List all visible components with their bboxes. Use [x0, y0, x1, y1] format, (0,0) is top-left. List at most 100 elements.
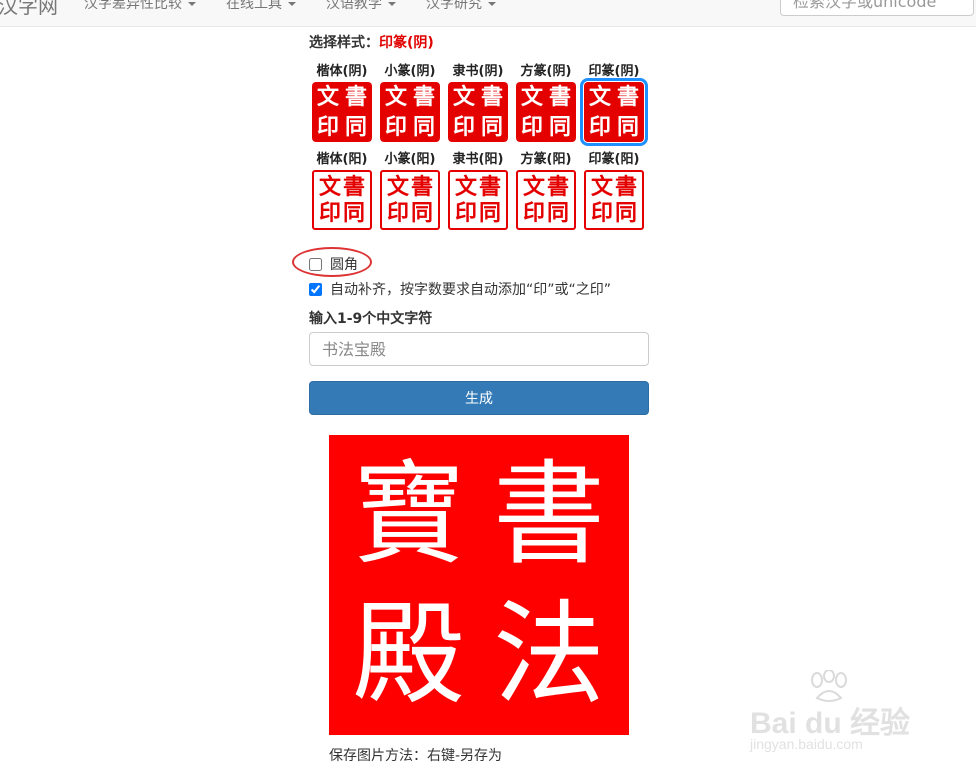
- seal-style-option[interactable]: 方篆(阳) 書同文印: [513, 150, 579, 230]
- caret-down-icon: [488, 2, 496, 6]
- seal-thumb-char: 同: [410, 200, 433, 226]
- seal-thumb-char: 同: [344, 114, 367, 140]
- seal-thumb-char: 文: [318, 174, 341, 200]
- nav-menu-label: 汉字差异性比较: [84, 0, 182, 12]
- seal-thumb-char: 書: [410, 174, 433, 200]
- seal-style-caption: 小篆(阴): [384, 64, 436, 79]
- seal-style-caption: 楷体(阴): [316, 64, 368, 79]
- nav-menu-tools[interactable]: 在线工具: [226, 0, 296, 13]
- rounded-corner-option[interactable]: 圆角: [309, 254, 358, 274]
- seal-style-thumbnail[interactable]: 書同文印: [380, 82, 440, 142]
- seal-thumb-char: 書: [344, 84, 367, 110]
- seal-style-option[interactable]: 楷体(阴) 書同文印: [309, 62, 375, 142]
- caret-down-icon: [188, 2, 196, 6]
- seal-thumb-char: 文: [588, 84, 611, 110]
- seal-thumb-char: 同: [342, 200, 365, 226]
- seal-thumb-char: 文: [520, 84, 543, 110]
- seal-thumb-char: 印: [384, 114, 407, 140]
- seal-style-caption: 隶书(阳): [452, 152, 504, 167]
- seal-thumb-char: 文: [454, 174, 477, 200]
- caret-down-icon: [288, 2, 296, 6]
- seal-thumb-char: 書: [546, 174, 569, 200]
- seal-thumb-char: 書: [616, 84, 639, 110]
- nav-menu-teaching[interactable]: 汉语教学: [326, 0, 396, 13]
- seal-style-thumbnail[interactable]: 書同文印: [448, 82, 508, 142]
- seal-thumb-char: 文: [316, 84, 339, 110]
- autofill-option[interactable]: 自动补齐，按字数要求自动添加“印”或“之印”: [309, 279, 611, 299]
- nav-menu-compare[interactable]: 汉字差异性比较: [84, 0, 196, 13]
- seal-thumb-char: 同: [478, 200, 501, 226]
- seal-style-thumbnail[interactable]: 書同文印: [448, 170, 508, 230]
- seal-thumb-char: 同: [548, 114, 571, 140]
- label-text: 选择样式：: [309, 35, 379, 51]
- autofill-label: 自动补齐，按字数要求自动添加“印”或“之印”: [330, 282, 612, 298]
- seal-thumb-char: 書: [412, 84, 435, 110]
- seal-style-caption: 方篆(阴): [520, 64, 572, 79]
- seal-thumb-char: 文: [452, 84, 475, 110]
- seal-thumb-char: 文: [590, 174, 613, 200]
- seal-thumb-char: 書: [480, 84, 503, 110]
- seal-style-option[interactable]: 小篆(阴) 書同文印: [377, 62, 443, 142]
- seal-style-thumbnail[interactable]: 書同文印: [516, 82, 576, 142]
- seal-thumb-char: 印: [316, 114, 339, 140]
- baidu-jingyan-watermark: Bai du 经验 jingyan.baidu.com: [745, 670, 945, 760]
- nav-menu-label: 汉语教学: [326, 0, 382, 12]
- seal-thumb-char: 印: [590, 200, 613, 226]
- seal-thumb-char: 書: [342, 174, 365, 200]
- seal-char-bottom-right: 法: [493, 590, 605, 720]
- seal-thumb-char: 同: [614, 200, 637, 226]
- seal-thumb-char: 印: [588, 114, 611, 140]
- save-hint: 保存图片方法：右键-另存为: [329, 748, 503, 764]
- seal-style-option[interactable]: 隶书(阳) 書同文印: [445, 150, 511, 230]
- seal-style-caption: 楷体(阳): [316, 152, 368, 167]
- seal-thumb-char: 印: [522, 200, 545, 226]
- seal-style-option[interactable]: 印篆(阴) 書同文印: [580, 62, 648, 146]
- seal-style-option[interactable]: 小篆(阳) 書同文印: [377, 150, 443, 230]
- seal-thumb-char: 印: [454, 200, 477, 226]
- seal-style-caption: 方篆(阳): [520, 152, 572, 167]
- style-chooser-label: 选择样式：印篆(阴): [309, 32, 434, 52]
- seal-style-thumbnail[interactable]: 書同文印: [312, 170, 372, 230]
- seal-thumb-char: 同: [616, 114, 639, 140]
- seal-text-input[interactable]: [309, 332, 649, 366]
- seal-style-caption: 小篆(阳): [384, 152, 436, 167]
- seal-thumb-char: 文: [522, 174, 545, 200]
- seal-thumb-char: 同: [412, 114, 435, 140]
- nav-menu-label: 在线工具: [226, 0, 282, 12]
- seal-thumb-char: 印: [520, 114, 543, 140]
- seal-style-caption: 印篆(阴): [588, 64, 640, 79]
- seal-style-option[interactable]: 楷体(阳) 書同文印: [309, 150, 375, 230]
- seal-style-option[interactable]: 隶书(阴) 書同文印: [445, 62, 511, 142]
- seal-style-thumbnail[interactable]: 書同文印: [584, 170, 644, 230]
- generate-button[interactable]: 生成: [309, 381, 649, 415]
- seal-style-thumbnail[interactable]: 書同文印: [516, 170, 576, 230]
- seal-thumb-char: 書: [478, 174, 501, 200]
- seal-style-thumbnail[interactable]: 書同文印: [580, 78, 648, 146]
- seal-thumb-char: 同: [480, 114, 503, 140]
- nav-menu-label: 汉字研究: [426, 0, 482, 12]
- seal-style-option[interactable]: 方篆(阴) 書同文印: [513, 62, 579, 142]
- seal-char-top-left: 寶: [353, 450, 465, 580]
- seal-char-bottom-left: 殿: [353, 590, 465, 720]
- rounded-corner-label: 圆角: [330, 257, 358, 273]
- seal-thumb-char: 文: [386, 174, 409, 200]
- seal-thumb-char: 印: [452, 114, 475, 140]
- seal-style-thumbnail[interactable]: 書同文印: [312, 82, 372, 142]
- seal-style-caption: 隶书(阴): [452, 64, 504, 79]
- generated-seal-image[interactable]: 書 法 寶 殿: [329, 435, 629, 735]
- seal-thumb-char: 書: [614, 174, 637, 200]
- current-style: 印篆(阴): [379, 35, 434, 51]
- seal-style-option[interactable]: 印篆(阳) 書同文印: [581, 150, 647, 230]
- site-brand[interactable]: 汉字网: [0, 0, 58, 19]
- rounded-corner-checkbox[interactable]: [309, 257, 322, 271]
- top-navbar: 汉字网 汉字差异性比较 在线工具 汉语教学 汉字研究: [0, 0, 976, 27]
- nav-menu-research[interactable]: 汉字研究: [426, 0, 496, 13]
- search-input[interactable]: [780, 0, 974, 16]
- seal-char-top-right: 書: [493, 450, 605, 580]
- watermark-url: jingyan.baidu.com: [750, 736, 863, 752]
- input-label: 输入1-9个中文字符: [309, 311, 433, 327]
- autofill-checkbox[interactable]: [309, 282, 322, 296]
- caret-down-icon: [388, 2, 396, 6]
- seal-thumb-char: 同: [546, 200, 569, 226]
- seal-style-thumbnail[interactable]: 書同文印: [380, 170, 440, 230]
